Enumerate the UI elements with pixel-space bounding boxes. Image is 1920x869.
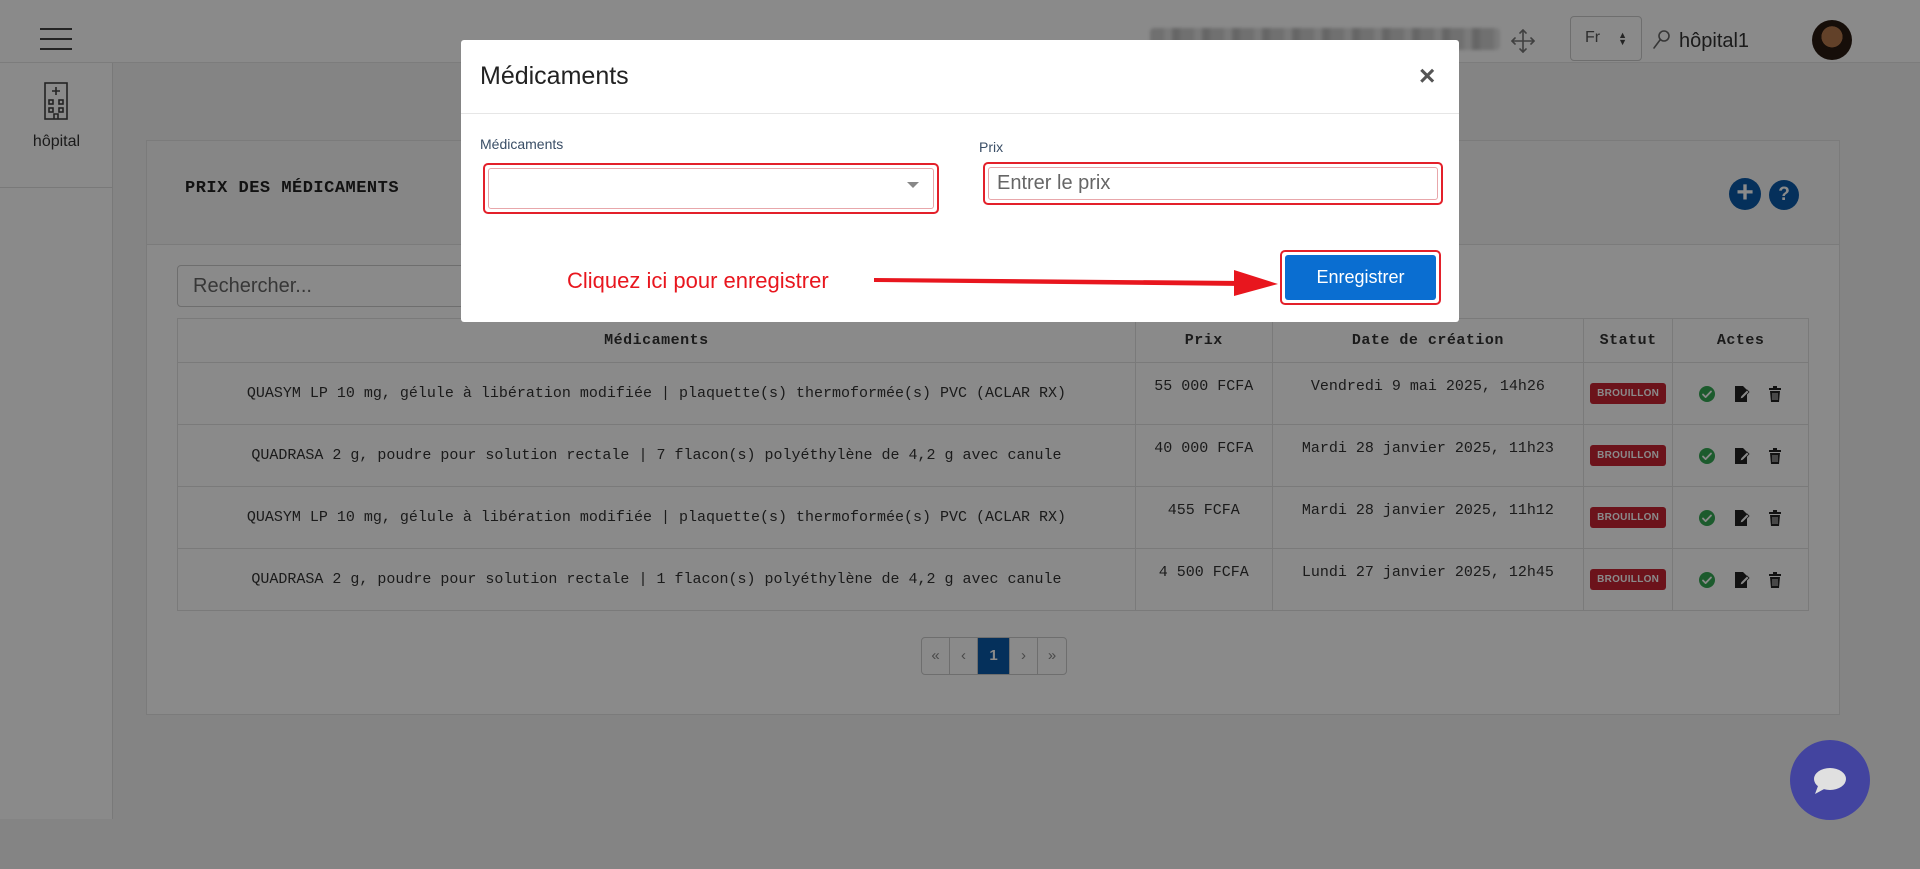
prix-label: Prix [979, 139, 1004, 155]
medicaments-modal: Médicaments × Médicaments Prix Cliquez i… [461, 40, 1459, 322]
save-button-highlight: Enregistrer [1280, 250, 1441, 305]
modal-title: Médicaments [480, 62, 629, 90]
prix-field-highlight [983, 162, 1443, 205]
medicaments-select-inner [488, 168, 934, 209]
medicaments-label: Médicaments [480, 136, 564, 152]
save-button[interactable]: Enregistrer [1285, 255, 1436, 300]
chat-button[interactable] [1790, 740, 1870, 820]
prix-input[interactable] [988, 167, 1438, 200]
close-button[interactable]: × [1419, 60, 1435, 92]
chevron-down-icon [907, 182, 919, 188]
modal-header: Médicaments × [461, 40, 1459, 114]
medicaments-select[interactable] [483, 163, 939, 214]
save-hint-annotation: Cliquez ici pour enregistrer [567, 268, 829, 293]
chat-icon [1814, 768, 1846, 794]
arrow-right-icon [874, 270, 1278, 296]
